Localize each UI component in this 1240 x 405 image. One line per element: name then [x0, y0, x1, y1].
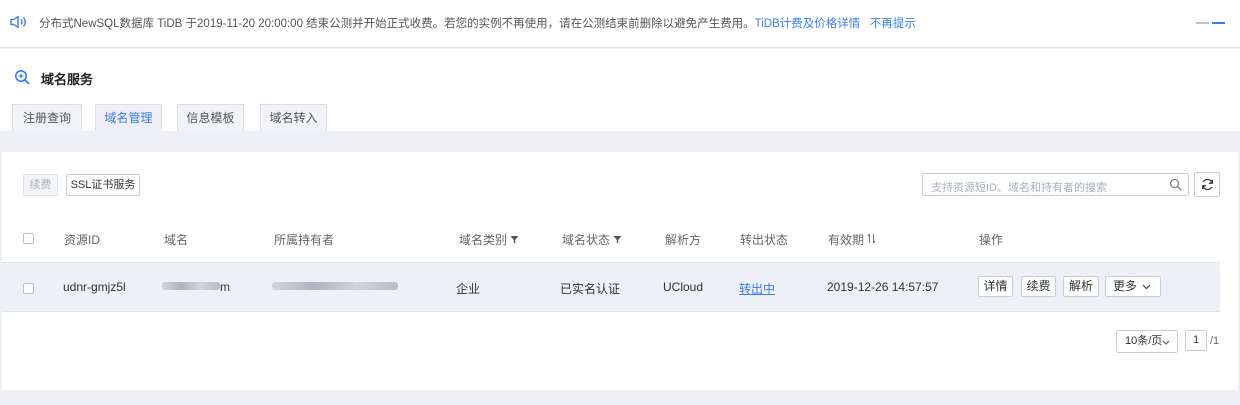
column-header-expiry[interactable]: 有效期: [828, 231, 876, 248]
filter-icon[interactable]: [613, 235, 622, 244]
column-header-resolver: 解析方: [665, 233, 702, 247]
dismiss-link[interactable]: 不再提示: [870, 18, 916, 30]
tab-label: 注册查询: [22, 111, 71, 125]
search-input[interactable]: 支持资源短ID、域名和持有者的搜索: [922, 173, 1189, 196]
page-title: 域名服务: [41, 72, 94, 87]
tab-label: 域名转入: [269, 111, 318, 125]
tab-domain-management[interactable]: 域名管理: [95, 104, 162, 131]
ssl-certificate-button[interactable]: SSL证书服务: [66, 174, 140, 196]
domain-name-redacted: [162, 282, 220, 290]
column-header-transfer: 转出状态: [740, 233, 789, 247]
page-size-select[interactable]: 10条/页: [1116, 330, 1178, 353]
notice-dot-1[interactable]: [1196, 22, 1209, 24]
tab-label: 信息模板: [186, 111, 235, 125]
search-icon[interactable]: [1169, 178, 1182, 191]
search-placeholder: 支持资源短ID、域名和持有者的搜索: [931, 182, 1107, 194]
owner-redacted: [272, 282, 398, 290]
more-label: 更多: [1113, 279, 1138, 293]
select-all-checkbox[interactable]: [23, 233, 34, 244]
notice-bar: 分布式NewSQL数据库 TiDB 于2019-11-20 20:00:00 结…: [0, 0, 1240, 48]
domain-status: 已实名认证: [560, 282, 621, 296]
page-number-input[interactable]: 1: [1185, 330, 1207, 351]
resolver: UCloud: [663, 280, 704, 294]
notice-pager[interactable]: [1196, 22, 1226, 25]
tab-domain-transfer-in[interactable]: 域名转入: [260, 104, 327, 131]
row-renew-button[interactable]: 续费: [1021, 276, 1056, 297]
page-header: 域名服务 注册查询 域名管理 信息模板 域名转入: [0, 49, 1240, 131]
notice-message: 分布式NewSQL数据库 TiDB 于2019-11-20 20:00:00 结…: [39, 18, 755, 30]
column-header-type-label: 域名类别: [459, 233, 508, 247]
refresh-button[interactable]: [1194, 172, 1220, 197]
domain-search-icon: [15, 70, 30, 85]
page-size-label: 10条/页: [1125, 335, 1163, 347]
tab-registration-query[interactable]: 注册查询: [12, 104, 82, 131]
tab-info-template[interactable]: 信息模板: [177, 104, 244, 131]
domain-name-suffix: m: [220, 280, 230, 294]
column-header-id: 资源ID: [64, 233, 101, 247]
speaker-icon: [10, 15, 26, 29]
row-checkbox[interactable]: [23, 283, 34, 294]
chevron-down-icon: [1142, 284, 1151, 290]
sort-icon[interactable]: [867, 233, 876, 244]
transfer-status-link[interactable]: 转出中: [739, 280, 775, 297]
filter-icon[interactable]: [510, 235, 519, 244]
pricing-link[interactable]: TiDB计费及价格详情: [755, 18, 861, 30]
chevron-down-icon: [1162, 340, 1170, 345]
column-header-status[interactable]: 域名状态: [562, 231, 622, 248]
resolve-button[interactable]: 解析: [1063, 276, 1099, 297]
tab-label: 域名管理: [104, 111, 153, 125]
column-header-expiry-label: 有效期: [828, 233, 865, 247]
column-header-actions: 操作: [979, 233, 1004, 247]
notice-dot-2[interactable]: [1212, 22, 1225, 24]
detail-button[interactable]: 详情: [978, 276, 1013, 297]
resource-id: udnr-gmjz5l: [63, 280, 126, 294]
expiry-date: 2019-12-26 14:57:57: [827, 280, 939, 294]
domain-type: 企业: [456, 282, 481, 296]
refresh-icon: [1202, 178, 1213, 191]
column-header-type[interactable]: 域名类别: [459, 231, 519, 248]
page-total: /1: [1210, 335, 1220, 347]
column-header-domain: 域名: [164, 233, 189, 247]
renew-button[interactable]: 续费: [23, 174, 58, 196]
domain-list-panel: 续费 SSL证书服务 支持资源短ID、域名和持有者的搜索 资源ID 域名 所属持…: [2, 152, 1238, 390]
more-dropdown[interactable]: 更多: [1105, 276, 1161, 297]
column-header-owner: 所属持有者: [274, 233, 335, 247]
column-header-status-label: 域名状态: [562, 233, 611, 247]
